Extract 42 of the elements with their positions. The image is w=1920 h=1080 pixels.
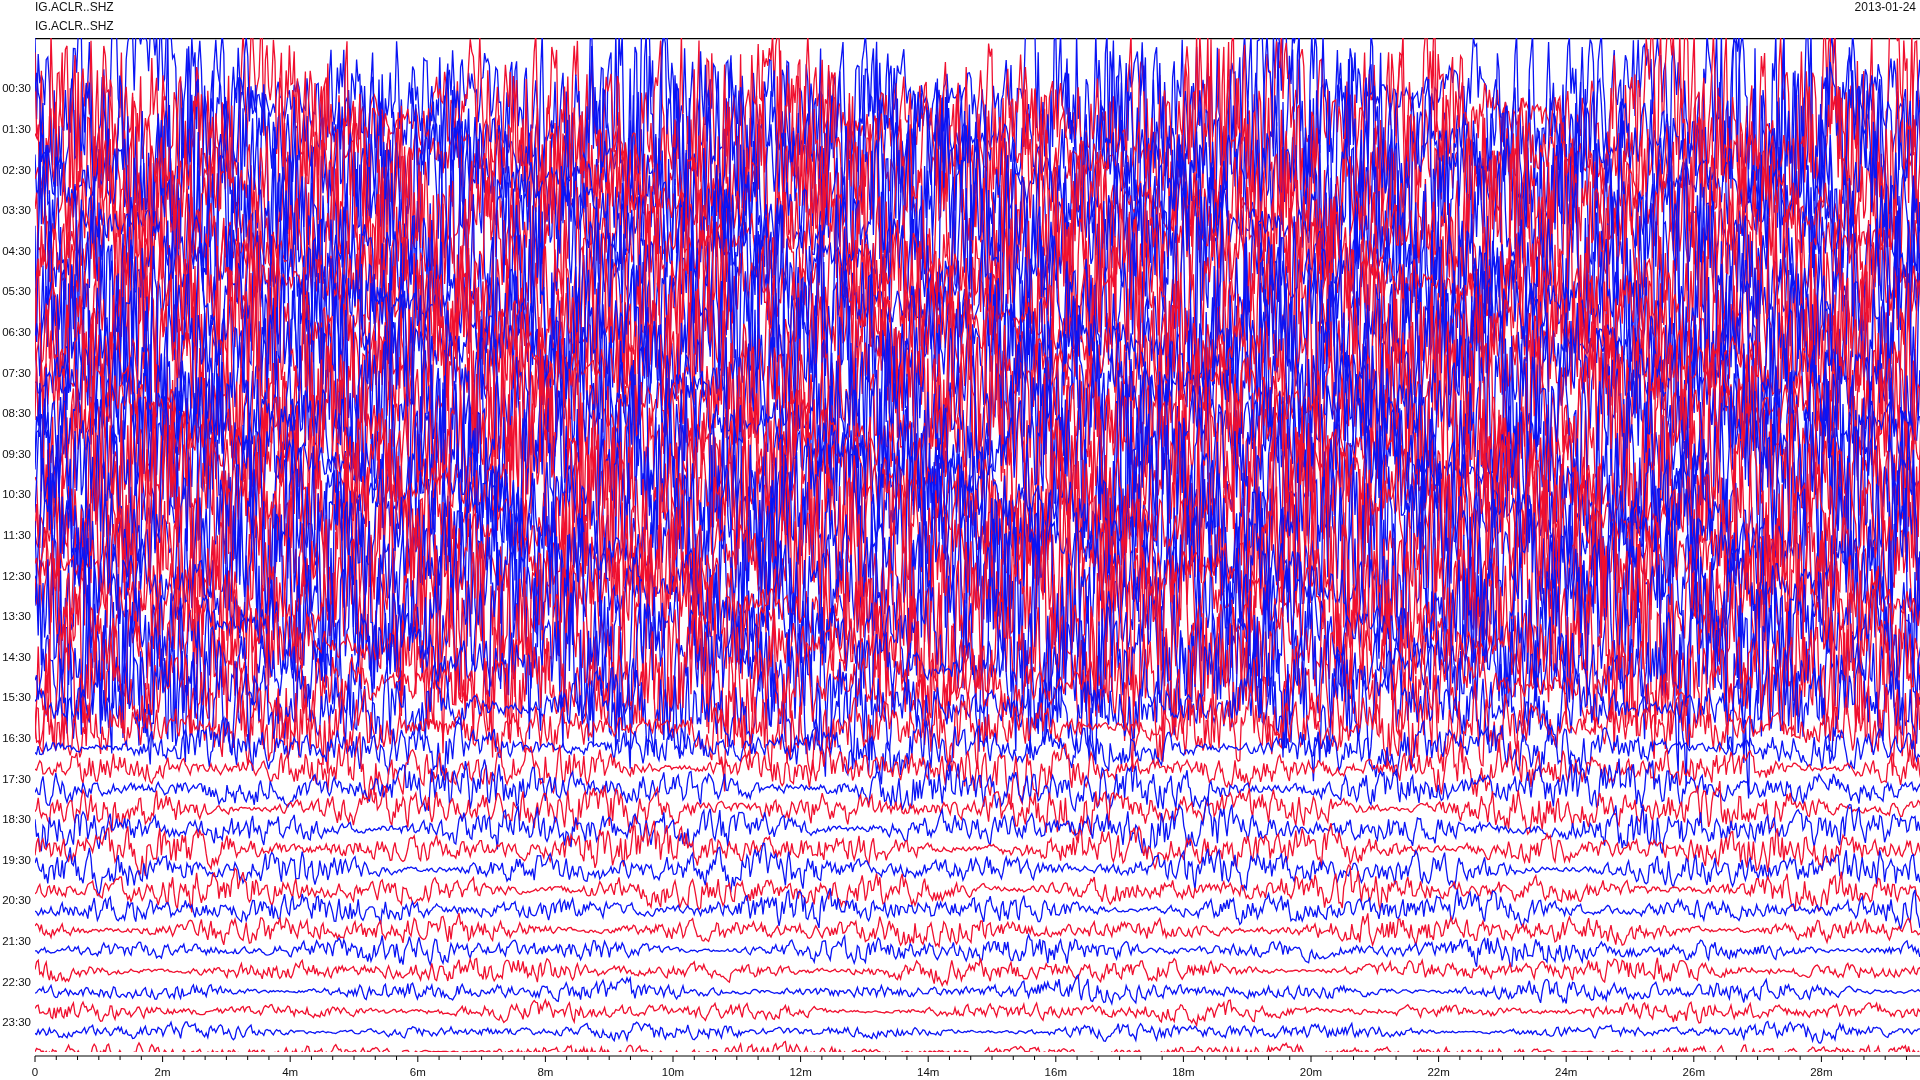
time-label: 17:30 (2, 772, 31, 785)
minute-label: 20m (1299, 1066, 1323, 1078)
time-label: 21:30 (2, 934, 31, 947)
time-label: 15:30 (2, 691, 31, 704)
time-label: 09:30 (2, 447, 31, 460)
minute-label: 2m (154, 1066, 171, 1078)
minute-label: 8m (537, 1066, 554, 1078)
time-label: 12:30 (2, 569, 31, 582)
time-label: 01:30 (2, 122, 31, 135)
time-label: 06:30 (2, 325, 31, 338)
time-label: 03:30 (2, 204, 31, 217)
time-label: 04:30 (2, 244, 31, 257)
minute-label: 0 (31, 1066, 39, 1078)
minute-label: 22m (1427, 1066, 1450, 1078)
station-label: IG.ACLR..SHZ (35, 1, 114, 14)
date-label: 2013-01-24 (1854, 0, 1916, 16)
minute-label: 4m (282, 1066, 299, 1078)
time-label: 19:30 (2, 853, 31, 866)
minute-label: 26m (1682, 1066, 1705, 1078)
time-label: 14:30 (2, 650, 31, 663)
time-label: 08:30 (2, 407, 31, 420)
time-label: 11:30 (3, 528, 31, 541)
minute-label: 16m (1044, 1066, 1067, 1078)
time-label: 02:30 (2, 163, 31, 176)
time-label: 05:30 (2, 285, 31, 298)
time-label: 20:30 (2, 894, 31, 907)
time-label: 16:30 (2, 731, 31, 744)
minute-label: 6m (409, 1066, 426, 1078)
time-label: 07:30 (2, 366, 31, 379)
station-label: IG.ACLR..SHZ (35, 20, 114, 33)
time-label: 13:30 (2, 610, 31, 623)
time-label: 23:30 (2, 1016, 31, 1029)
minute-label: 24m (1555, 1066, 1578, 1078)
minute-label: 12m (789, 1066, 812, 1078)
minute-label: 10m (661, 1066, 685, 1078)
minute-label: 18m (1172, 1066, 1195, 1078)
time-label: 10:30 (2, 488, 31, 501)
time-label: 00:30 (2, 82, 31, 95)
time-label: 22:30 (2, 975, 31, 988)
time-label: 18:30 (2, 813, 31, 826)
minute-label: 14m (917, 1066, 940, 1078)
minute-label: 28m (1810, 1066, 1833, 1078)
